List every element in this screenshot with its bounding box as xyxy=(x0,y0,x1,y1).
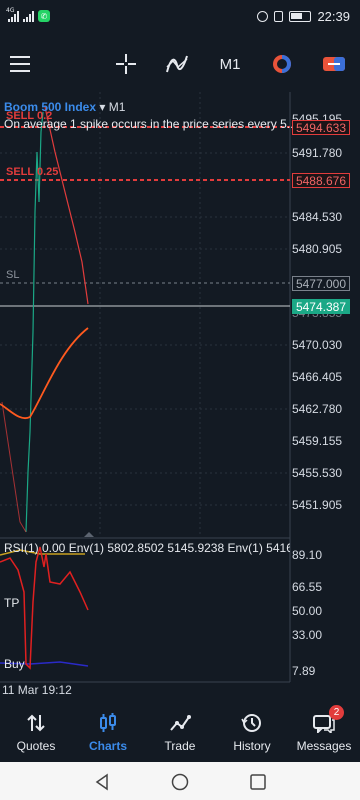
nav-label: Messages xyxy=(296,739,352,753)
date-label: 11 Mar 19:12 xyxy=(2,683,72,697)
candlestick-chart-icon xyxy=(100,713,116,732)
nav-label: Charts xyxy=(88,739,127,753)
history-clock-icon xyxy=(241,714,261,732)
menu-icon[interactable] xyxy=(10,56,30,72)
indicator-tick: 33.00 xyxy=(292,628,323,642)
nav-history[interactable]: History xyxy=(216,704,288,762)
status-bar: 4G ✆ 22:39 xyxy=(0,0,360,34)
status-time: 22:39 xyxy=(317,9,350,24)
quotes-arrows-icon xyxy=(27,714,45,732)
color-theme-icon[interactable] xyxy=(268,50,296,78)
y-tick: 5455.530 xyxy=(292,466,343,480)
timeframe-button[interactable]: M1 xyxy=(216,50,244,78)
crosshair-icon[interactable] xyxy=(112,50,140,78)
alarm-icon xyxy=(257,11,269,22)
y-tick: 5462.780 xyxy=(292,402,343,416)
sell-label[interactable]: SELL 0.25 xyxy=(6,166,58,178)
sell-label-top[interactable]: SELL 0.2 xyxy=(6,110,52,122)
messages-badge: 2 xyxy=(329,705,344,720)
upper-envelope xyxy=(44,106,89,305)
y-tick: 5470.030 xyxy=(292,338,343,352)
y-tick: 5491.780 xyxy=(292,146,343,160)
sl-price-tag: 5477.000 xyxy=(291,276,350,291)
nav-charts[interactable]: Charts xyxy=(72,704,144,762)
indicator-tick: 7.89 xyxy=(292,664,316,678)
nav-quotes[interactable]: Quotes xyxy=(0,704,72,762)
nav-label: Quotes xyxy=(16,739,56,753)
indicator-header[interactable]: RSI(1) 0.00 Env(1) 5802.8502 5145.9238 E… xyxy=(4,541,290,555)
indicator-tick: 66.55 xyxy=(292,580,323,594)
lower-envelope xyxy=(0,327,89,420)
y-tick: 5459.155 xyxy=(292,434,343,448)
vibrate-icon xyxy=(274,11,284,22)
sl-label[interactable]: SL xyxy=(6,269,19,281)
y-tick: 5480.905 xyxy=(292,242,343,256)
price-chart[interactable]: Boom 500 Index ▾ M1 On average 1 spike o… xyxy=(0,92,360,704)
system-nav-bar xyxy=(0,762,360,800)
indicator-tick: 89.10 xyxy=(292,548,323,562)
bottom-nav: Quotes Charts Trade History 2 Messages xyxy=(0,704,360,762)
nav-trade[interactable]: Trade xyxy=(144,704,216,762)
y-tick: 5451.905 xyxy=(292,498,343,512)
indicator-tick: 50.00 xyxy=(292,604,323,618)
nav-label: Trade xyxy=(164,739,196,753)
y-tick: 5466.405 xyxy=(292,370,343,384)
app-screen: 4G ✆ 22:39 M1 Boom 500 Index ▾ M1 On ave… xyxy=(0,0,360,800)
nav-label: History xyxy=(233,739,271,753)
home-icon[interactable] xyxy=(170,772,190,792)
trade-line-icon xyxy=(170,715,191,731)
recents-icon[interactable] xyxy=(248,772,268,792)
current-price-tag: 5474.387 xyxy=(291,299,350,314)
back-icon[interactable] xyxy=(92,772,112,792)
y-tick: 5484.530 xyxy=(292,210,343,224)
chart-toolbar: M1 xyxy=(0,42,360,86)
whatsapp-icon: ✆ xyxy=(38,10,50,22)
sell-price-tag-top: 5494.633 xyxy=(291,120,350,135)
indicators-icon[interactable] xyxy=(163,50,191,78)
tp-label: TP xyxy=(4,596,20,610)
trade-toggle-icon[interactable] xyxy=(320,50,348,78)
signal-icon: 4G xyxy=(6,7,19,22)
sell-price-tag: 5488.676 xyxy=(291,173,350,188)
signal-icon-2 xyxy=(23,10,34,22)
buy-label: Buy xyxy=(4,657,25,671)
nav-messages[interactable]: 2 Messages xyxy=(288,704,360,762)
battery-icon xyxy=(289,11,312,22)
